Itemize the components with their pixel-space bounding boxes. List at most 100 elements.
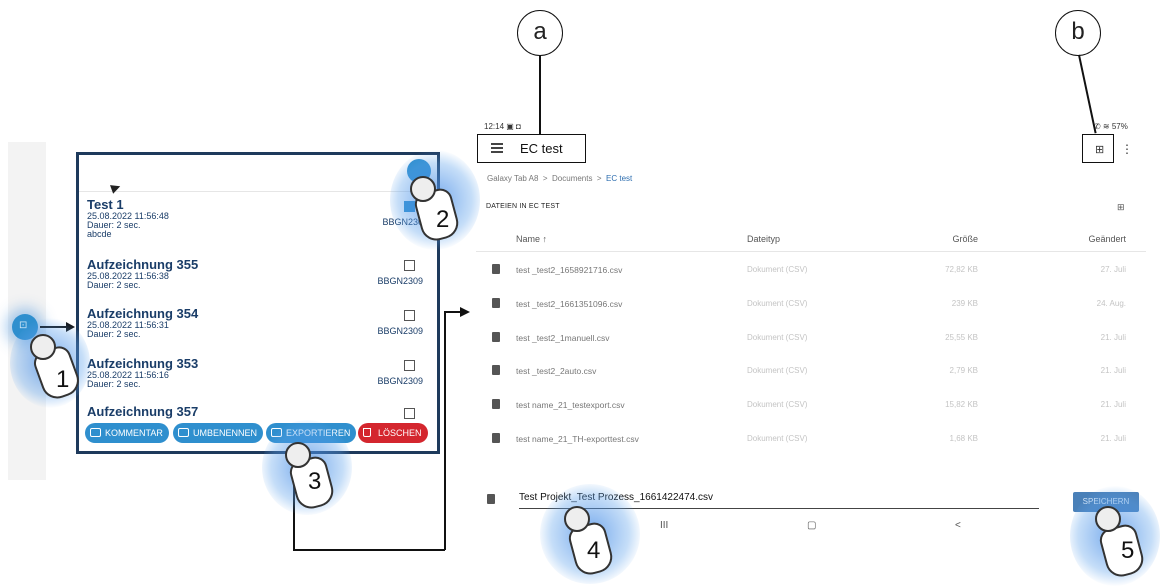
file-name: test _test2_1manuell.csv <box>516 333 610 343</box>
rename-icon <box>178 428 189 437</box>
callout-b-box <box>1082 134 1114 163</box>
record-checkbox[interactable] <box>404 310 415 321</box>
step-number-2: 2 <box>436 206 450 233</box>
file-icon <box>492 399 500 409</box>
home-icon[interactable]: ▢ <box>807 520 816 531</box>
tap-ring-icon <box>285 442 311 468</box>
grid-view-icon[interactable]: ⊞ <box>1117 202 1125 213</box>
file-size: 72,82 KB <box>945 265 978 274</box>
record-checkbox[interactable] <box>404 360 415 371</box>
file-date: 21. Juli <box>1100 400 1126 409</box>
comment-button-label: KOMMENTAR <box>105 428 163 438</box>
file-name: test _test2_2auto.csv <box>516 366 597 376</box>
status-time: 12:14 ▣ ◘ <box>484 122 521 131</box>
section-title: DATEIEN IN EC TEST <box>486 203 560 210</box>
record-duration: Dauer: 2 sec. <box>87 280 141 290</box>
file-table-header: Name ↑ Dateityp Größe Geändert <box>476 225 1146 252</box>
column-modified[interactable]: Geändert <box>1088 234 1126 244</box>
table-row[interactable]: test _test2_1manuell.csv Dokument (CSV) … <box>476 325 1146 355</box>
table-row[interactable]: test _test2_2auto.csv Dokument (CSV) 2,7… <box>476 358 1146 388</box>
file-icon <box>487 494 495 504</box>
table-row[interactable]: test name_21_TH-exporttest.csv Dokument … <box>476 426 1146 456</box>
record-title: Aufzeichnung 355 <box>87 257 199 272</box>
list-item[interactable]: Test 1 25.08.2022 11:56:48 Dauer: 2 sec.… <box>87 197 427 247</box>
step-number-5: 5 <box>1121 537 1135 564</box>
file-date: 21. Juli <box>1100 366 1126 375</box>
column-name[interactable]: Name ↑ <box>516 234 547 244</box>
step-number-1: 1 <box>56 366 70 393</box>
file-size: 15,82 KB <box>945 400 978 409</box>
connector-3-bottom <box>293 549 445 551</box>
tap-ring-icon <box>564 506 590 532</box>
callout-b: b <box>1055 10 1101 56</box>
breadcrumb: Galaxy Tab A8 > Documents > EC test <box>487 174 633 183</box>
status-time-text: 12:14 <box>484 122 505 131</box>
file-icon <box>492 298 500 308</box>
file-size: 1,68 KB <box>949 434 978 443</box>
rename-button-label: UMBENENNEN <box>193 428 258 438</box>
rename-button[interactable]: UMBENENNEN <box>173 423 264 443</box>
file-name: test _test2_1658921716.csv <box>516 265 623 275</box>
record-checkbox[interactable] <box>404 260 415 271</box>
record-code: BBGN2309 <box>377 326 423 336</box>
action-button-bar: KOMMENTAR UMBENENNEN EXPORTIEREN LÖSCHEN <box>83 423 433 445</box>
record-title: Aufzeichnung 357 <box>87 404 199 419</box>
file-type: Dokument (CSV) <box>747 400 808 409</box>
file-name: test _test2_1661351096.csv <box>516 299 623 309</box>
delete-button[interactable]: LÖSCHEN <box>358 423 428 443</box>
recordings-panel: ▶ Test 1 25.08.2022 11:56:48 Dauer: 2 se… <box>76 152 440 454</box>
record-checkbox[interactable] <box>404 408 415 419</box>
file-icon <box>492 365 500 375</box>
arrowhead-3 <box>460 307 470 317</box>
table-row[interactable]: test _test2_1661351096.csv Dokument (CSV… <box>476 291 1146 321</box>
file-icon <box>492 433 500 443</box>
list-item[interactable]: Aufzeichnung 354 25.08.2022 11:56:31 Dau… <box>87 306 427 346</box>
breadcrumb-current[interactable]: EC test <box>606 174 632 183</box>
file-size: 2,79 KB <box>949 366 978 375</box>
column-size[interactable]: Größe <box>952 234 978 244</box>
column-type[interactable]: Dateityp <box>747 234 780 244</box>
table-row[interactable]: test _test2_1658921716.csv Dokument (CSV… <box>476 257 1146 287</box>
delete-button-label: LÖSCHEN <box>378 428 422 438</box>
callout-a-box <box>477 134 586 163</box>
comment-icon <box>90 428 101 437</box>
tap-ring-icon <box>1095 506 1121 532</box>
table-row[interactable]: test name_21_testexport.csv Dokument (CS… <box>476 392 1146 422</box>
record-title: Aufzeichnung 353 <box>87 356 199 371</box>
record-duration: Dauer: 2 sec. <box>87 329 141 339</box>
file-type: Dokument (CSV) <box>747 434 808 443</box>
more-options-icon[interactable]: ⋮ <box>1121 142 1133 156</box>
record-title: Test 1 <box>87 197 124 212</box>
record-duration: Dauer: 2 sec. <box>87 379 141 389</box>
file-date: 24. Aug. <box>1096 299 1126 308</box>
list-item[interactable]: Aufzeichnung 353 25.08.2022 11:56:16 Dau… <box>87 356 427 396</box>
back-icon[interactable]: < <box>955 520 961 531</box>
file-icon <box>492 332 500 342</box>
record-duration: Dauer: 2 sec. <box>87 220 141 230</box>
step-number-4: 4 <box>587 537 601 564</box>
record-code: BBGN2309 <box>377 376 423 386</box>
step-number-3: 3 <box>308 468 322 495</box>
trash-icon <box>363 428 371 437</box>
recents-icon[interactable]: III <box>660 520 668 531</box>
list-item[interactable]: Aufzeichnung 355 25.08.2022 11:56:38 Dau… <box>87 257 427 297</box>
panel-toolbar <box>79 155 437 192</box>
tap-ring-icon <box>30 334 56 360</box>
file-date: 21. Juli <box>1100 333 1126 342</box>
connector-3-up <box>444 311 446 550</box>
file-name: test name_21_TH-exporttest.csv <box>516 434 639 444</box>
record-code: BBGN2309 <box>377 276 423 286</box>
file-size: 239 KB <box>951 299 978 308</box>
callout-a-leader <box>539 55 541 135</box>
file-type: Dokument (CSV) <box>747 366 808 375</box>
breadcrumb-folder[interactable]: Documents <box>552 174 592 183</box>
tap-ring-icon <box>410 176 436 202</box>
list-item[interactable]: Aufzeichnung 357 <box>87 404 427 424</box>
battery-text: 57% <box>1111 122 1128 131</box>
breadcrumb-device[interactable]: Galaxy Tab A8 <box>487 174 538 183</box>
record-title: Aufzeichnung 354 <box>87 306 199 321</box>
file-name: test name_21_testexport.csv <box>516 400 625 410</box>
file-type: Dokument (CSV) <box>747 299 808 308</box>
file-icon <box>492 264 500 274</box>
comment-button[interactable]: KOMMENTAR <box>85 423 169 443</box>
